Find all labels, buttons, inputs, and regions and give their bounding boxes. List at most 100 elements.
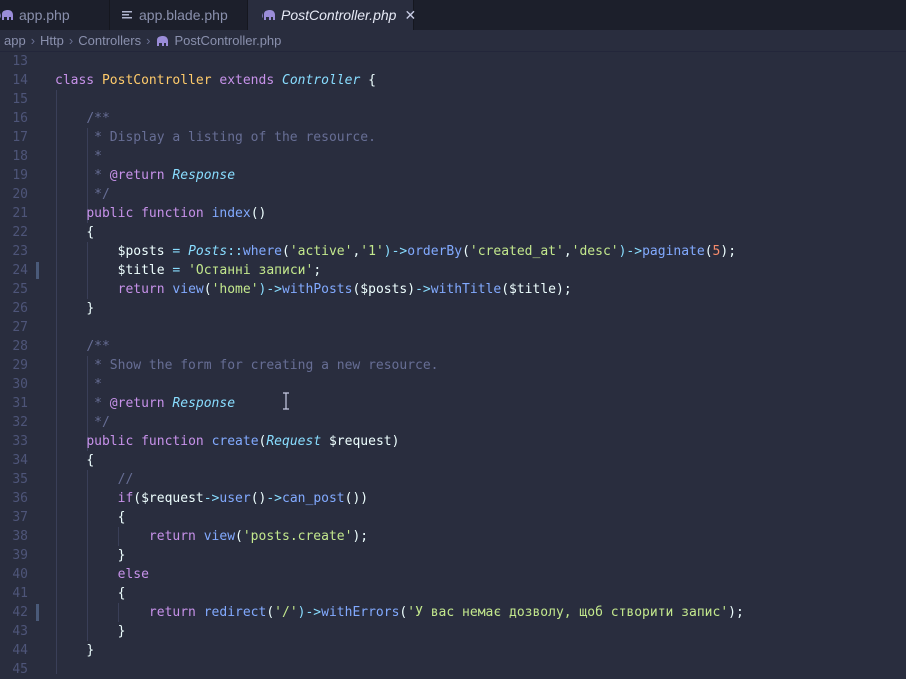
line-number: 30 <box>12 377 28 392</box>
punct: } <box>117 624 126 639</box>
line-number: 16 <box>12 111 28 126</box>
keyword: class <box>55 73 95 88</box>
code-line: 23 $posts = Posts::where('active','1')->… <box>0 242 906 261</box>
punct: ; <box>313 263 322 278</box>
string: 'У вас немає дозволу, щоб створити запис… <box>407 605 729 620</box>
line-number: 38 <box>12 529 28 544</box>
code-line: 29 * Show the form for creating a new re… <box>0 356 906 375</box>
variable: $title <box>117 263 165 278</box>
line-number: 42 <box>12 605 28 620</box>
line-number: 41 <box>12 586 28 601</box>
operator: -> <box>415 282 431 297</box>
code-line: 28 /** <box>0 337 906 356</box>
punct: ( <box>462 244 470 259</box>
code-line: 26 } <box>0 299 906 318</box>
method: paginate <box>642 244 705 259</box>
punct: ); <box>352 529 369 544</box>
doc-tag: @return <box>109 396 165 411</box>
punct: () <box>250 206 267 221</box>
punct: { <box>117 510 126 525</box>
function-name: redirect <box>203 605 267 620</box>
string: 'posts.create' <box>242 529 353 544</box>
breadcrumb-item-http[interactable]: Http <box>40 33 64 48</box>
breadcrumb-item-app[interactable]: app <box>4 33 26 48</box>
function-name: view <box>203 529 236 544</box>
php-elephant-icon <box>155 34 169 48</box>
line-number: 36 <box>12 491 28 506</box>
tab-postcontroller-php[interactable]: PostController.php ✕ <box>248 0 416 30</box>
keyword: return <box>148 529 196 544</box>
keyword: extends <box>219 73 275 88</box>
class-ref: Posts <box>188 244 228 259</box>
chevron-right-icon: › <box>30 33 36 48</box>
punct: ); <box>720 244 737 259</box>
keyword: public <box>86 206 134 221</box>
line-number: 31 <box>12 396 28 411</box>
variable: ($request <box>133 491 204 506</box>
code-line: 44 } <box>0 641 906 660</box>
keyword: function <box>141 206 204 221</box>
comment: */ <box>86 415 110 430</box>
punct: } <box>86 301 95 316</box>
doc-tag: @return <box>109 168 165 183</box>
doc-type: Response <box>172 396 236 411</box>
line-number: 32 <box>12 415 28 430</box>
code-line: 21 public function index() <box>0 204 906 223</box>
tab-app-blade-php[interactable]: app.blade.php <box>110 0 248 30</box>
code-line: 36 if($request->user()->can_post()) <box>0 489 906 508</box>
function-name: index <box>211 206 251 221</box>
close-icon[interactable]: ✕ <box>404 7 416 24</box>
function-name: view <box>172 282 204 297</box>
code-line: 33 public function create(Request $reque… <box>0 432 906 451</box>
php-elephant-icon <box>262 8 276 22</box>
method: orderBy <box>407 244 463 259</box>
punct: { <box>368 73 376 88</box>
code-line: 19 * @return Response <box>0 166 906 185</box>
tab-app-php[interactable]: app.php <box>0 0 110 30</box>
operator: -> <box>203 491 220 506</box>
tab-label: PostController.php <box>281 7 397 23</box>
code-editor[interactable]: 13 14 class PostController extends Contro… <box>0 52 906 677</box>
operator: )-> <box>258 282 283 297</box>
keyword: if <box>117 491 134 506</box>
line-number: 14 <box>12 73 28 88</box>
line-number: 34 <box>12 453 28 468</box>
line-number: 22 <box>12 225 28 240</box>
tab-label: app.php <box>19 7 70 23</box>
line-number: 13 <box>12 54 28 69</box>
code-line: 40 else <box>0 565 906 584</box>
punct: { <box>117 586 126 601</box>
text-cursor-icon <box>281 392 291 410</box>
variable: $request) <box>328 434 400 449</box>
method: can_post <box>282 491 345 506</box>
keyword: return <box>117 282 165 297</box>
class-name: PostController <box>101 73 212 88</box>
string: '/' <box>274 605 298 620</box>
code-line: 25 return view('home')->withPosts($posts… <box>0 280 906 299</box>
comment: */ <box>86 187 110 202</box>
tab-bar: app.php app.blade.php PostController.php… <box>0 0 906 30</box>
line-number: 25 <box>12 282 28 297</box>
punct: ( <box>266 605 275 620</box>
breadcrumb-item-controllers[interactable]: Controllers <box>78 33 141 48</box>
operator: = <box>172 244 181 259</box>
punct: () <box>250 491 267 506</box>
comment: /** <box>86 339 110 354</box>
line-number: 29 <box>12 358 28 373</box>
php-elephant-icon <box>0 8 14 22</box>
line-number: 23 <box>12 244 28 259</box>
code-line: 34 { <box>0 451 906 470</box>
code-line: 17 * Display a listing of the resource. <box>0 128 906 147</box>
code-line: 42 return redirect('/')->withErrors('У в… <box>0 603 906 622</box>
comment: * <box>86 168 110 183</box>
string: '1' <box>360 244 384 259</box>
code-line: 14 class PostController extends Controlle… <box>0 71 906 90</box>
code-line: 37 { <box>0 508 906 527</box>
doc-type: Response <box>172 168 236 183</box>
punct: , <box>563 244 572 259</box>
punct: } <box>86 643 95 658</box>
breadcrumb-item-file[interactable]: PostController.php <box>174 33 281 48</box>
class-ref: Request <box>266 434 322 449</box>
comment: * Display a listing of the resource. <box>86 130 376 145</box>
operator: = <box>172 263 181 278</box>
